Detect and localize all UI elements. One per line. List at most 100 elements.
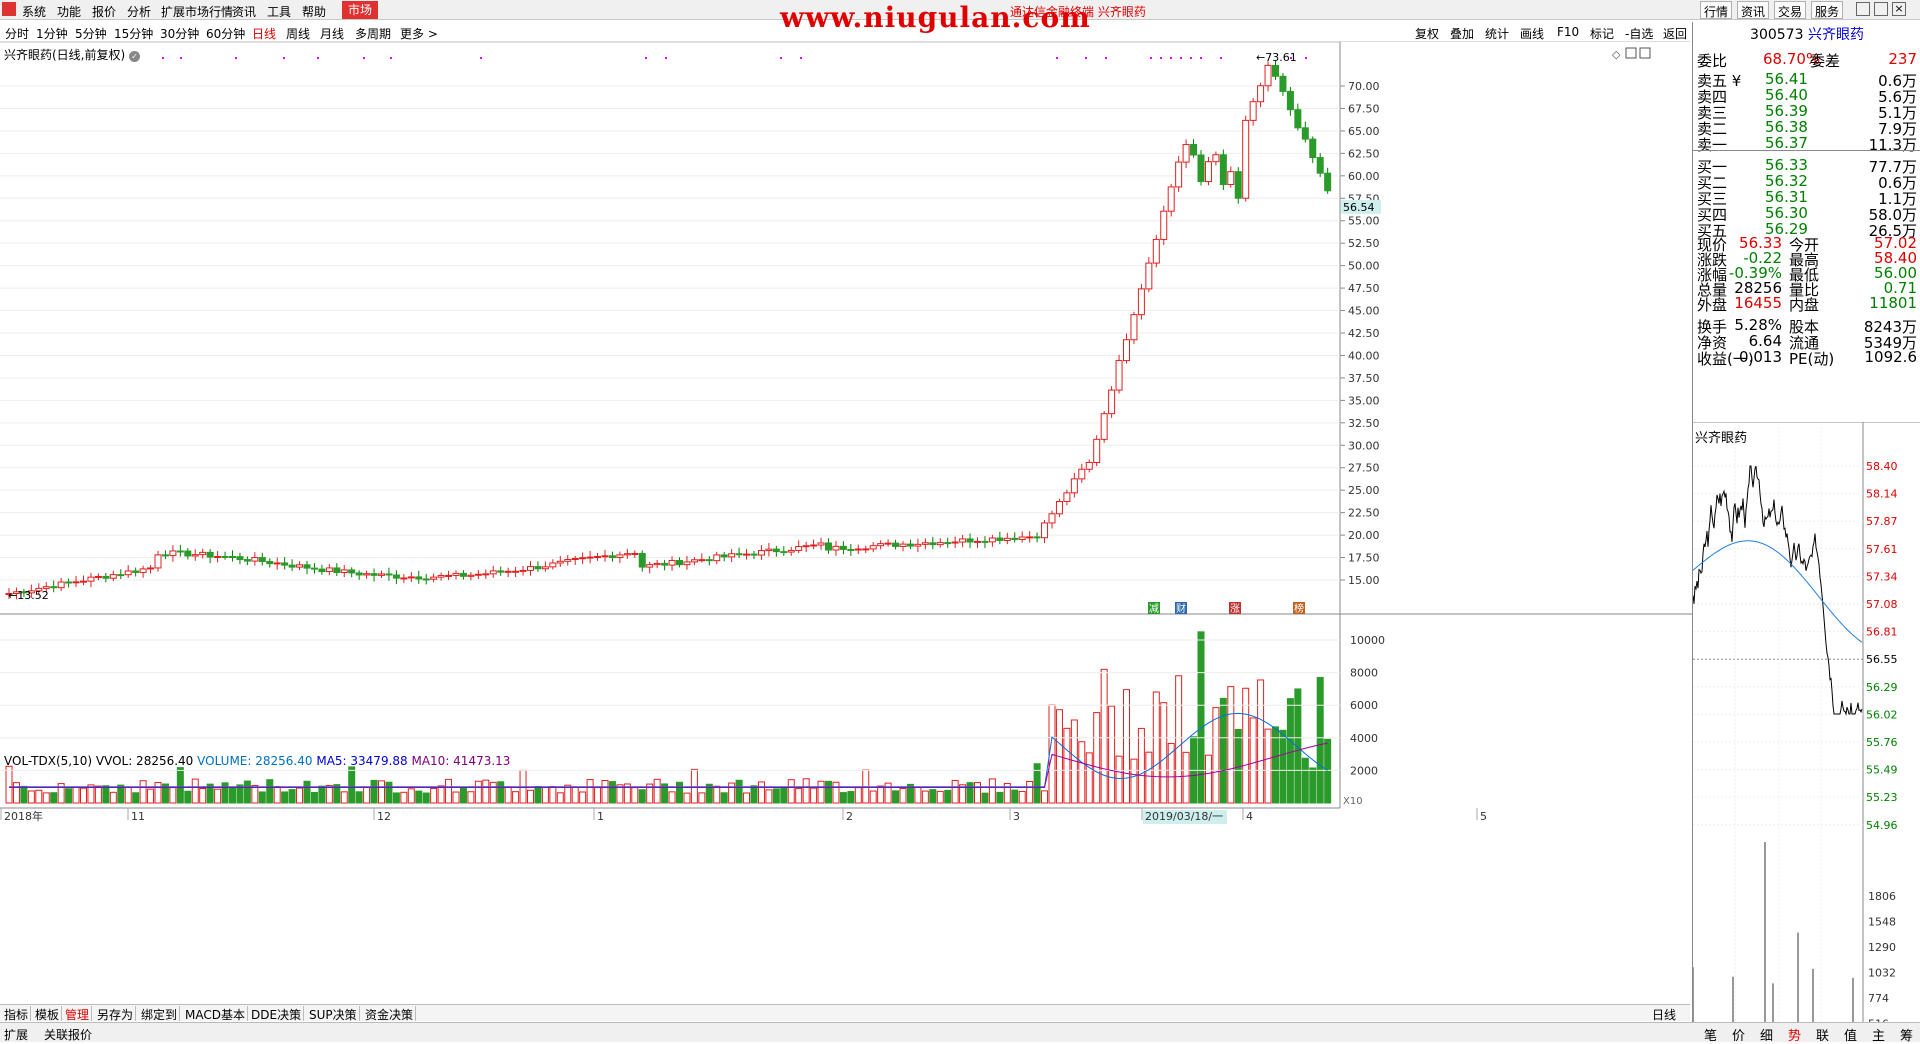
btn-fuwu[interactable]: 服务 [1811, 1, 1844, 19]
tab-zijin[interactable]: 资金决策 [363, 1006, 417, 1022]
volume-bar [549, 786, 557, 804]
footer-tab[interactable]: 势 [1788, 1025, 1801, 1044]
volume-bar [795, 788, 803, 804]
candle-body [1242, 119, 1250, 199]
candle-body [72, 581, 80, 584]
candle-body [437, 575, 445, 578]
volume-bar [281, 791, 289, 804]
tab-guanli[interactable]: 管理 [63, 1006, 93, 1022]
volume-bar [914, 786, 922, 804]
candle-body [780, 551, 788, 554]
candle-body [191, 554, 199, 557]
volume-bar [1264, 728, 1272, 804]
tab-sup[interactable]: SUP决策 [307, 1006, 360, 1022]
price-tick-label: 70.00 [1348, 80, 1380, 93]
event-tag-label: 财 [1176, 602, 1186, 615]
volume-bar [966, 782, 974, 804]
footer-tab[interactable]: 笔 [1704, 1025, 1717, 1044]
candle-body [482, 573, 490, 576]
current-price-label: 56.54 [1343, 201, 1375, 214]
footer-tabs: 笔价细势联值主筹 [1692, 1024, 1920, 1044]
candle-body [1063, 492, 1071, 502]
candle-body [974, 540, 981, 543]
candle-body [690, 559, 698, 563]
candle-body [936, 542, 944, 546]
candle-body [899, 543, 907, 547]
tab-macd[interactable]: MACD基本 [183, 1006, 248, 1022]
footer-tab[interactable]: 主 [1872, 1025, 1885, 1044]
candle-body [348, 569, 356, 574]
volume-bar [1085, 752, 1093, 804]
candle-body [1160, 210, 1168, 240]
candle-body [959, 538, 967, 543]
date-tick-label: 2018年 [4, 809, 43, 823]
candle-body [512, 570, 520, 573]
tab-moban[interactable]: 模板 [33, 1006, 63, 1022]
candle-body [445, 574, 453, 577]
candle-body [1204, 161, 1212, 183]
candle-body [601, 555, 609, 558]
signal-dot [390, 57, 392, 59]
footer-tab[interactable]: 筹 [1900, 1025, 1913, 1044]
volume-bar [988, 778, 996, 804]
low-price-label: ←13.52 [8, 589, 49, 602]
volume-bar [229, 787, 236, 804]
footer-tab[interactable]: 值 [1844, 1025, 1857, 1044]
tab-bangdingdao[interactable]: 绑定到 [139, 1006, 181, 1022]
candle-body [1048, 513, 1056, 524]
candle-body [1018, 536, 1026, 540]
status-kuozhan[interactable]: 扩展 [4, 1026, 28, 1043]
date-tick-label: 4 [1246, 810, 1253, 823]
candle-body [407, 576, 415, 579]
candle-body [1182, 144, 1190, 163]
tab-zhibiao[interactable]: 指标 [2, 1006, 32, 1022]
volume-bar [1123, 689, 1130, 804]
vol-indicator-name: VOL-TDX(5,10) [4, 754, 93, 768]
volume-bar [690, 768, 698, 804]
volume-bar [735, 779, 743, 804]
footer-tab[interactable]: 细 [1760, 1025, 1773, 1044]
candle-body [504, 570, 512, 573]
volume-bar [579, 791, 587, 804]
candle-body [683, 561, 691, 566]
candle-body [184, 550, 192, 557]
tab-dde[interactable]: DDE决策 [249, 1006, 305, 1022]
candle-body [1175, 161, 1183, 188]
btn-jiaoyi[interactable]: 交易 [1774, 1, 1807, 19]
quote-stat-row-cell: 11801 [1869, 294, 1917, 312]
btn-hangqing[interactable]: 行情 [1700, 1, 1733, 19]
candle-body [586, 556, 594, 559]
date-tick-label: 2 [846, 810, 853, 823]
footer-tab[interactable]: 价 [1732, 1025, 1745, 1044]
candle-body [795, 546, 803, 551]
signal-dot [1180, 57, 1182, 59]
candle-body [430, 576, 438, 580]
candle-body [608, 555, 616, 559]
btn-zixun[interactable]: 资讯 [1737, 1, 1770, 19]
volume-bar [1182, 751, 1190, 804]
candle-body [996, 537, 1004, 541]
volume-bar [825, 780, 832, 804]
volume-bar [348, 766, 356, 804]
mini-price-label: 55.23 [1866, 791, 1898, 804]
candle-body [169, 550, 177, 557]
intraday-chart[interactable]: 58.40 58.14 57.87 57.61 57.34 57.08 56.81 56.55… [1693, 422, 1920, 1022]
price-tick-label: 15.00 [1348, 574, 1380, 587]
candle-body [1286, 90, 1294, 111]
candle-body [787, 549, 795, 553]
volume-bar [772, 788, 780, 804]
volume-bar [668, 791, 676, 804]
tab-lingcunwei[interactable]: 另存为 [95, 1006, 137, 1022]
status-guanlian[interactable]: 关联报价 [44, 1026, 92, 1043]
candle-body [623, 553, 631, 556]
volume-bar [653, 778, 661, 804]
maximize-icon[interactable] [1874, 2, 1888, 16]
candle-body [564, 559, 572, 562]
footer-tab[interactable]: 联 [1816, 1025, 1829, 1044]
signal-dot [480, 57, 482, 59]
kline-chart[interactable]: 70.0067.5065.0062.5060.0057.5055.0052.50… [0, 0, 1692, 1004]
volume-bar [169, 787, 177, 804]
close-icon[interactable]: × [1892, 2, 1906, 16]
volume-bar [981, 792, 989, 804]
minimize-icon[interactable] [1856, 2, 1870, 16]
